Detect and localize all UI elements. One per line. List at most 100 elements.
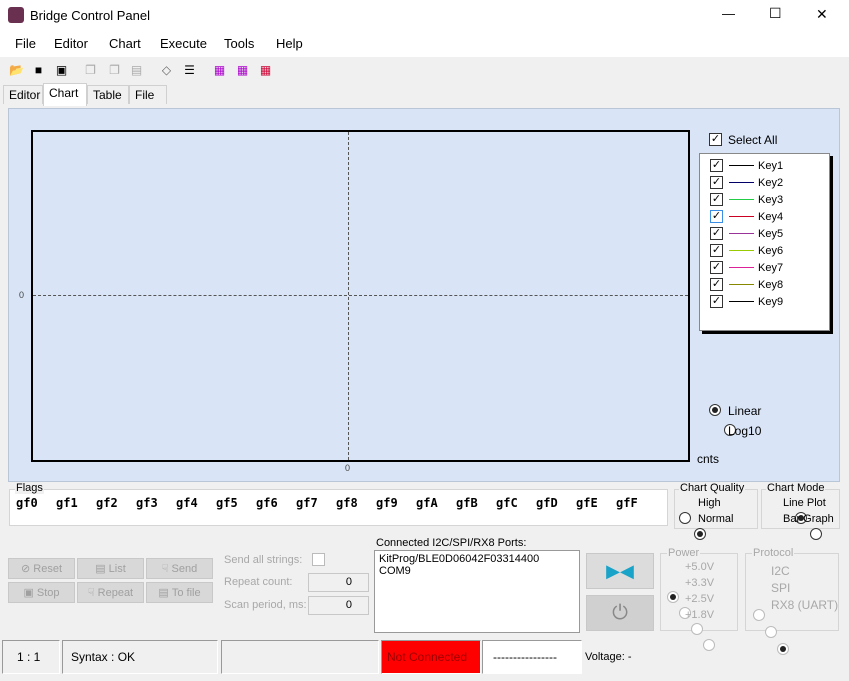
power-radio[interactable] [667,591,679,603]
protocol-radio[interactable] [765,626,777,638]
flag-gf9[interactable]: gf9 [376,496,398,510]
select-all-checkbox[interactable]: ✓ [709,133,722,146]
legend-item[interactable]: ✓ Key4 [710,210,783,223]
save-as-icon[interactable]: ▣ [53,61,70,78]
tab-table[interactable]: Table [87,85,129,104]
flag-gfD[interactable]: gfD [536,496,558,510]
legend-item[interactable]: ✓ Key6 [710,244,783,257]
reset-button[interactable]: ⊘ Reset [8,558,75,579]
linear-radio[interactable] [709,404,721,416]
legend-item[interactable]: ✓ Key1 [710,159,783,172]
flag-gf4[interactable]: gf4 [176,496,198,510]
copy-icon[interactable]: ❐ [106,61,123,78]
to-file-button[interactable]: ▤ To file [146,582,213,603]
maximize-button[interactable]: ☐ [769,5,782,22]
power-label: Power [667,547,701,559]
menu-help[interactable]: Help [276,36,303,51]
legend-item[interactable]: ✓ Key5 [710,227,783,240]
close-button[interactable]: ✕ [816,6,828,23]
menu-editor[interactable]: Editor [54,36,88,51]
open-icon[interactable]: 📂 [8,61,25,78]
power-option-label: +2.5V [685,593,715,605]
flag-gf8[interactable]: gf8 [336,496,358,510]
key-line-swatch [729,182,754,183]
copy-doc-icon[interactable]: ❐ [82,61,99,78]
tab-editor[interactable]: Editor [3,85,43,104]
key-label: Key7 [758,261,784,274]
menu-tools[interactable]: Tools [224,36,254,51]
send-label: Send [171,562,198,575]
connect-button[interactable]: ▶◀ [586,553,654,589]
window-title: Bridge Control Panel [30,8,150,23]
chart-line-icon[interactable]: ▦ [211,61,228,78]
port-item[interactable]: KitProg/BLE0D06042F03314400 [379,553,575,565]
toolbar: 📂 ■ ▣ ❐ ❐ ▤ ◇ ☰ ▦ ▦ ▦ [0,58,849,82]
power-radio[interactable] [691,623,703,635]
high-quality-label: High [698,497,721,509]
list-button[interactable]: ▤ List [77,558,144,579]
stop-button[interactable]: ▣ Stop [8,582,75,603]
flag-gf3[interactable]: gf3 [136,496,158,510]
legend-item[interactable]: ✓ Key9 [710,295,783,308]
flag-gfE[interactable]: gfE [576,496,598,510]
flag-gf5[interactable]: gf5 [216,496,238,510]
flag-gf7[interactable]: gf7 [296,496,318,510]
legend-item[interactable]: ✓ Key3 [710,193,783,206]
repeat-count-stepper[interactable]: 0 [308,573,369,592]
key-checkbox[interactable]: ✓ [710,261,723,274]
ports-label: Connected I2C/SPI/RX8 Ports: [376,537,527,549]
flag-gf6[interactable]: gf6 [256,496,278,510]
chart-wave-icon[interactable]: ▦ [257,61,274,78]
paste-icon[interactable]: ▤ [128,61,145,78]
ports-list[interactable]: KitProg/BLE0D06042F03314400 COM9 [374,550,580,633]
flag-gfB[interactable]: gfB [456,496,478,510]
protocol-radio[interactable] [753,609,765,621]
key-checkbox[interactable]: ✓ [710,193,723,206]
key-checkbox[interactable]: ✓ [710,159,723,172]
flag-gfC[interactable]: gfC [496,496,518,510]
connection-status: Not Connected [381,640,481,674]
normal-quality-radio[interactable] [694,528,707,540]
tab-chart[interactable]: Chart [43,83,87,106]
power-radio[interactable] [703,639,715,651]
menu-execute[interactable]: Execute [160,36,207,51]
power-option-label: +1.8V [685,609,715,621]
key-checkbox[interactable]: ✓ [710,227,723,240]
legend-item[interactable]: ✓ Key7 [710,261,783,274]
save-icon[interactable]: ■ [30,61,47,78]
send-all-checkbox[interactable] [312,553,325,566]
minimize-button[interactable]: — [722,6,735,21]
list-icon[interactable]: ☰ [181,61,198,78]
protocol-label: Protocol [752,547,795,559]
flag-gfA[interactable]: gfA [416,496,438,510]
legend-item[interactable]: ✓ Key2 [710,176,783,189]
flag-gf1[interactable]: gf1 [56,496,78,510]
repeat-button[interactable]: ☟ Repeat [77,582,144,603]
key-checkbox[interactable]: ✓ [710,210,723,223]
key-line-swatch [729,250,754,251]
tab-file[interactable]: File [129,85,167,104]
protocol-radio[interactable] [777,643,789,655]
repeat-count-label: Repeat count: [224,576,293,588]
flag-gf2[interactable]: gf2 [96,496,118,510]
chart-scope-icon[interactable]: ▦ [234,61,251,78]
flag-gfF[interactable]: gfF [616,496,638,510]
menu-chart[interactable]: Chart [109,36,141,51]
key-checkbox[interactable]: ✓ [710,295,723,308]
flag-gf0[interactable]: gf0 [16,496,38,510]
legend-item[interactable]: ✓ Key8 [710,278,783,291]
key-checkbox[interactable]: ✓ [710,176,723,189]
stop-label: Stop [36,586,60,599]
high-quality-radio[interactable] [679,512,691,524]
power-button[interactable]: ⏻ [586,595,654,631]
eraser-icon[interactable]: ◇ [158,61,175,78]
x-tick-zero: 0 [345,463,351,473]
send-button[interactable]: ☟ Send [146,558,213,579]
port-item[interactable]: COM9 [379,565,575,577]
bar-graph-radio[interactable] [810,528,823,540]
scan-period-stepper[interactable]: 0 [308,596,369,615]
menu-file[interactable]: File [15,36,36,51]
syntax-status: Syntax : OK [62,640,218,674]
key-checkbox[interactable]: ✓ [710,278,723,291]
key-checkbox[interactable]: ✓ [710,244,723,257]
